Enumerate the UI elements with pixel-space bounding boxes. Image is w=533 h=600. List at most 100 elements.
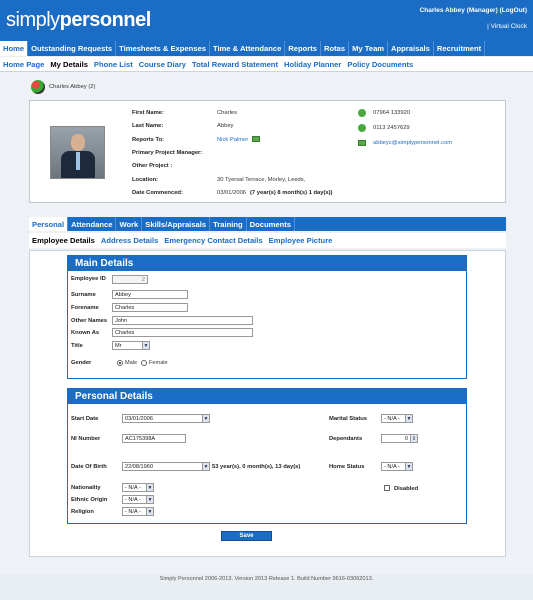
religion-label: Religion xyxy=(71,509,94,515)
ethnic-origin-label: Ethnic Origin xyxy=(71,497,108,503)
phone-icon xyxy=(358,109,366,117)
dropdown-arrow-icon: ▼ xyxy=(146,508,153,515)
first-name-value: Charles xyxy=(217,110,237,116)
tab-skills-appraisals[interactable]: Skills/Appraisals xyxy=(142,217,211,231)
subnav-course-diary[interactable]: Course Diary xyxy=(136,57,189,72)
nav-reports[interactable]: Reports xyxy=(285,41,321,56)
employee-photo xyxy=(50,126,105,179)
brand-logo[interactable]: simplypersonnel xyxy=(6,9,151,32)
subnav-home-page[interactable]: Home Page xyxy=(0,57,47,72)
marital-status-label: Marital Status xyxy=(329,416,368,422)
subtab-employee-picture[interactable]: Employee Picture xyxy=(266,233,336,248)
email-manager-icon[interactable] xyxy=(252,136,260,142)
forename-field[interactable]: Charles xyxy=(112,303,188,312)
user-info: Charles Abbey (Manager) (LogOut) xyxy=(419,7,527,14)
footer-text: Simply Personnel 2006-2013. Version 2013… xyxy=(159,576,374,582)
marital-status-select[interactable]: - N/A - ▼ xyxy=(381,414,413,423)
subnav-total-reward[interactable]: Total Reward Statement xyxy=(189,57,281,72)
personal-details-title: Personal Details xyxy=(67,388,467,404)
start-date-picker[interactable]: 03/01/2006 ▼ xyxy=(122,414,210,423)
dropdown-arrow-icon: ▼ xyxy=(146,496,153,503)
last-name-label: Last Name: xyxy=(132,123,164,129)
phone-2: 0113 2457629 xyxy=(373,125,410,131)
stepper-arrows-icon: ⇕ xyxy=(410,435,417,442)
gender-label: Gender xyxy=(71,360,92,366)
dob-picker[interactable]: 22/08/1960 ▼ xyxy=(122,462,210,471)
other-project-label: Other Project : xyxy=(132,163,173,169)
location-label: Location: xyxy=(132,177,159,183)
subnav-phone-list[interactable]: Phone List xyxy=(91,57,136,72)
age-text: 53 year(s), 0 month(s), 13 day(s) xyxy=(212,464,301,470)
disabled-label: Disabled xyxy=(394,486,419,492)
nav-timesheets[interactable]: Timesheets & Expenses xyxy=(116,41,210,56)
subtab-employee-details[interactable]: Employee Details xyxy=(29,233,98,248)
last-name-value: Abbey xyxy=(217,123,234,129)
nav-outstanding-requests[interactable]: Outstanding Requests xyxy=(28,41,117,56)
known-as-label: Known As xyxy=(71,330,100,336)
ethnic-origin-select[interactable]: - N/A - ▼ xyxy=(122,495,154,504)
nav-my-team[interactable]: My Team xyxy=(349,41,389,56)
employee-id-field: 2 xyxy=(112,275,148,284)
tab-training[interactable]: Training xyxy=(210,217,247,231)
tab-work[interactable]: Work xyxy=(116,217,143,231)
subtab-emergency-contact[interactable]: Emergency Contact Details xyxy=(161,233,265,248)
email-icon xyxy=(358,140,366,146)
virtual-clock-link[interactable]: | Virtual Clock xyxy=(487,23,527,30)
main-nav: Home Outstanding Requests Timesheets & E… xyxy=(0,41,533,56)
gender-female-label: Female xyxy=(149,360,168,366)
subnav-policy-documents[interactable]: Policy Documents xyxy=(344,57,416,72)
nav-recruitment[interactable]: Recruitment xyxy=(434,41,486,56)
disabled-checkbox[interactable] xyxy=(384,485,390,491)
home-status-label: Home Status xyxy=(329,464,365,470)
surname-field[interactable]: Abbey xyxy=(112,290,188,299)
ni-number-label: NI Number xyxy=(71,436,101,442)
nationality-select[interactable]: - N/A - ▼ xyxy=(122,483,154,492)
dropdown-arrow-icon: ▼ xyxy=(405,415,412,422)
team-icon xyxy=(31,80,45,94)
commenced-date: 03/01/2006 xyxy=(217,190,247,196)
employee-header: Charles Abbey (2) xyxy=(31,80,95,94)
surname-label: Surname xyxy=(71,292,96,298)
title-select[interactable]: Mr ▼ xyxy=(112,341,150,350)
commenced-label: Date Commenced: xyxy=(132,190,183,196)
gender-female-radio[interactable] xyxy=(141,360,147,366)
subtab-address-details[interactable]: Address Details xyxy=(98,233,161,248)
other-names-label: Other Names xyxy=(71,318,108,324)
gender-male-radio[interactable] xyxy=(117,360,123,366)
nav-appraisals[interactable]: Appraisals xyxy=(388,41,434,56)
other-names-field[interactable]: John xyxy=(112,316,253,325)
calendar-dropdown-icon: ▼ xyxy=(202,463,209,470)
detail-tabs: Personal Attendance Work Skills/Appraisa… xyxy=(29,217,506,231)
subnav-my-details[interactable]: My Details xyxy=(47,57,91,72)
reports-to-link[interactable]: Nick Palmer xyxy=(217,137,248,143)
save-button[interactable]: Save xyxy=(221,531,272,541)
nav-time-attendance[interactable]: Time & Attendance xyxy=(210,41,286,56)
dropdown-arrow-icon: ▼ xyxy=(405,463,412,470)
tab-attendance[interactable]: Attendance xyxy=(68,217,117,231)
nationality-label: Nationality xyxy=(71,485,101,491)
dob-label: Date Of Birth xyxy=(71,464,107,470)
sub-nav: Home Page My Details Phone List Course D… xyxy=(0,57,533,72)
religion-select[interactable]: - N/A - ▼ xyxy=(122,507,154,516)
first-name-label: First Name: xyxy=(132,110,164,116)
nav-rotas[interactable]: Rotas xyxy=(321,41,350,56)
home-status-select[interactable]: - N/A - ▼ xyxy=(381,462,413,471)
subnav-holiday-planner[interactable]: Holiday Planner xyxy=(281,57,344,72)
dropdown-arrow-icon: ▼ xyxy=(146,484,153,491)
logout-link[interactable]: (LogOut) xyxy=(500,7,527,14)
detail-subtabs: Employee Details Address Details Emergen… xyxy=(29,233,506,248)
dependants-stepper[interactable]: 0 ⇕ xyxy=(381,434,418,443)
known-as-field[interactable]: Charles xyxy=(112,328,253,337)
gender-male-label: Male xyxy=(125,360,138,366)
nav-home[interactable]: Home xyxy=(0,41,29,56)
title-label: Title xyxy=(71,343,83,349)
forename-label: Forename xyxy=(71,305,99,311)
top-banner: simplypersonnel Charles Abbey (Manager) … xyxy=(0,0,533,41)
email-link[interactable]: abbeyc@simplypersonnel.com xyxy=(373,140,452,146)
reports-to-label: Reports To: xyxy=(132,137,165,143)
calendar-dropdown-icon: ▼ xyxy=(202,415,209,422)
tab-documents[interactable]: Documents xyxy=(247,217,295,231)
commenced-duration: (7 year(s) 8 month(s) 1 day(s)) xyxy=(250,190,333,196)
ni-number-field[interactable]: AC175398A xyxy=(122,434,186,443)
tab-personal[interactable]: Personal xyxy=(29,217,69,231)
